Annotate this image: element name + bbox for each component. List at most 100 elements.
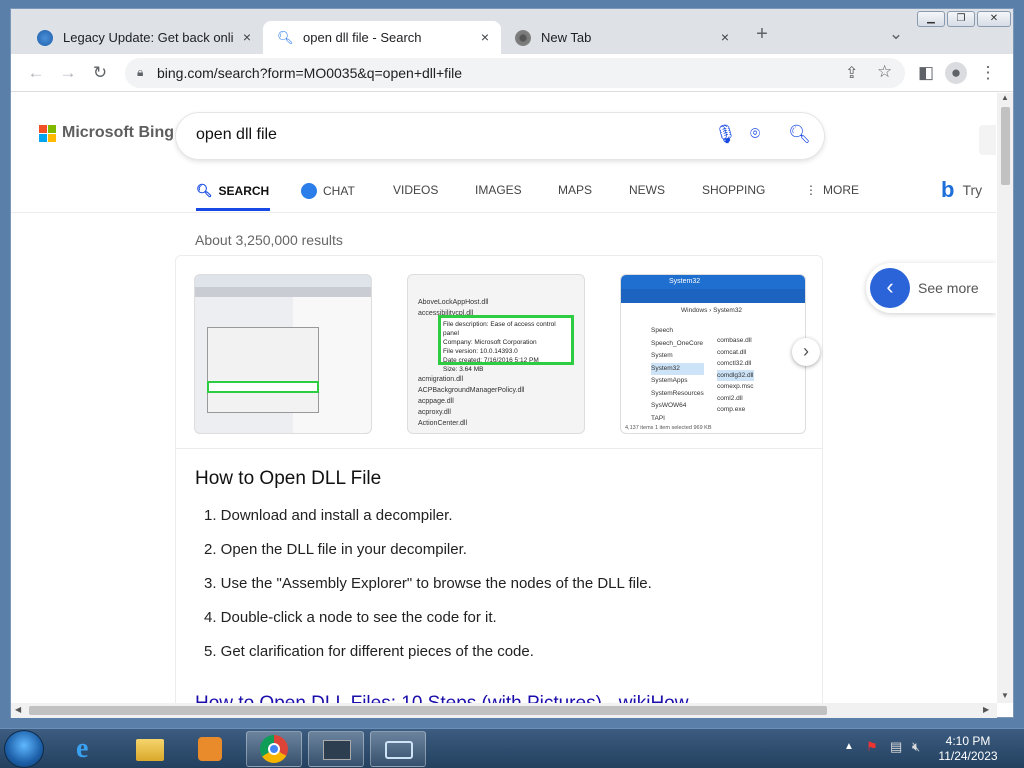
sign-in-button[interactable] <box>979 125 996 155</box>
scrollbar-thumb[interactable] <box>1001 107 1010 185</box>
taskbar: e ▲ ⚑ ▤ 🔇︎ 4:10 PM 11/24/2023 <box>0 728 1024 768</box>
visual-search-icon[interactable]: ⌾ <box>750 124 760 144</box>
action-center-icon[interactable]: ⚑ <box>866 739 878 755</box>
tab-strip: Legacy Update: Get back online, × 🔍︎ ope… <box>11 9 1013 54</box>
results-count: About 3,250,000 results <box>195 232 343 248</box>
tab-legacy-update[interactable]: Legacy Update: Get back online, × <box>23 21 263 54</box>
nav-news[interactable]: NEWS <box>629 183 665 197</box>
thumb-file-list: combase.dll comcat.dll comctl32.dll comd… <box>717 337 754 413</box>
image-thumbnail[interactable]: AboveLockAppHost.dll accessibilitycpl.dl… <box>407 274 585 434</box>
scroll-up-icon[interactable]: ▲ <box>1001 93 1009 102</box>
image-thumbnail[interactable] <box>194 274 372 434</box>
chevron-right-icon[interactable]: › <box>792 338 820 366</box>
menu-kebab-icon[interactable]: ⋮ <box>977 62 999 84</box>
url-text: bing.com/search?form=MO0035&q=open+dll+f… <box>157 65 463 81</box>
close-window-button[interactable]: ✕ <box>977 11 1011 27</box>
list-item: 4. Double-click a node to see the code f… <box>204 609 497 626</box>
close-tab-icon[interactable]: × <box>721 29 729 45</box>
side-panel-icon[interactable]: ◧ <box>915 62 937 84</box>
tab-search[interactable]: 🔍︎ open dll file - Search × <box>263 21 501 54</box>
forward-icon[interactable]: → <box>57 62 79 84</box>
new-tab-button[interactable]: + <box>751 23 773 45</box>
chrome-icon <box>515 29 531 46</box>
thumb-statusbar: 4,137 items 1 item selected 969 KB <box>625 425 712 431</box>
image-thumbnail[interactable]: System32 Windows › System32 Speech Speec… <box>620 274 806 434</box>
network-icon[interactable]: ▤ <box>890 739 902 755</box>
volume-muted-icon[interactable]: 🔇︎ <box>912 739 920 755</box>
chrome-taskbar-icon[interactable] <box>246 731 302 767</box>
steps-list: 1. Download and install a decompiler. 2.… <box>204 505 652 675</box>
scroll-right-icon[interactable]: ▶ <box>983 705 989 714</box>
reload-icon[interactable]: ↻ <box>89 62 111 84</box>
share-icon[interactable]: ⇪ <box>845 63 858 83</box>
answer-card: AboveLockAppHost.dll accessibilitycpl.dl… <box>175 255 823 703</box>
system-clock[interactable]: 4:10 PM 11/24/2023 <box>928 734 1008 764</box>
answer-title: How to Open DLL File <box>195 468 382 489</box>
search-query: open dll file <box>196 126 277 143</box>
maximize-button[interactable]: ❐ <box>947 11 975 27</box>
scroll-down-icon[interactable]: ▼ <box>1001 691 1009 700</box>
vertical-scrollbar[interactable]: ▲ ▼ <box>997 93 1013 703</box>
search-nav: 🔍︎ SEARCH CHAT VIDEOS IMAGES MAPS NEWS SH… <box>11 175 996 213</box>
list-item: 1. Download and install a decompiler. <box>204 507 453 524</box>
tab-search-dropdown-icon[interactable]: ⌄ <box>885 23 907 45</box>
nav-images[interactable]: IMAGES <box>475 183 522 197</box>
media-player-icon[interactable] <box>182 731 238 767</box>
scroll-left-icon[interactable]: ◀ <box>15 705 21 714</box>
horizontal-scrollbar[interactable]: ◀ ▶ <box>11 703 997 718</box>
nav-videos[interactable]: VIDEOS <box>393 183 438 197</box>
thumb-highlight <box>207 381 319 393</box>
result-link[interactable]: How to Open DLL Files: 10 Steps (with Pi… <box>195 693 688 703</box>
search-input[interactable]: open dll file 🎙︎ ⌾ 🔍︎ <box>176 113 824 159</box>
more-dots-icon: ⋮ <box>805 183 817 197</box>
minimize-button[interactable]: ▁ <box>917 11 945 27</box>
bing-b-icon: b <box>941 177 955 202</box>
task-manager-icon[interactable] <box>308 731 364 767</box>
nav-search[interactable]: 🔍︎ SEARCH <box>196 183 269 199</box>
internet-explorer-icon[interactable]: e <box>62 731 118 767</box>
web-page: Microsoft Bing open dll file 🎙︎ ⌾ 🔍︎ 🔍︎ S… <box>11 93 996 703</box>
search-icon: 🔍︎ <box>277 29 294 45</box>
microsoft-logo-icon <box>39 124 56 142</box>
tray-expand-icon[interactable]: ▲ <box>844 741 854 752</box>
browser-toolbar: ← → ↻ 🔒︎ bing.com/search?form=MO0035&q=o… <box>11 54 1013 92</box>
list-item: 3. Use the "Assembly Explorer" to browse… <box>204 575 652 592</box>
file-explorer-icon[interactable] <box>122 731 178 767</box>
list-item: 2. Open the DLL file in your decompiler. <box>204 541 467 558</box>
close-tab-icon[interactable]: × <box>243 29 251 45</box>
bookmark-star-icon[interactable]: ☆ <box>877 62 892 82</box>
search-icon[interactable]: 🔍︎ <box>788 124 811 145</box>
chevron-left-icon: ‹ <box>870 268 910 308</box>
lock-icon: 🔒︎ <box>137 65 144 79</box>
globe-icon <box>37 29 53 46</box>
nav-maps[interactable]: MAPS <box>558 183 592 197</box>
thumb-explorer-title: System32 <box>621 275 805 289</box>
nav-shopping[interactable]: SHOPPING <box>702 183 765 197</box>
microphone-icon[interactable]: 🎙︎ <box>714 124 737 145</box>
divider <box>176 448 822 449</box>
close-tab-icon[interactable]: × <box>481 29 489 45</box>
back-icon[interactable]: ← <box>25 62 47 84</box>
thumb-tooltip: File description: Ease of access control… <box>438 315 574 373</box>
scrollbar-thumb[interactable] <box>29 706 827 715</box>
see-more-button[interactable]: ‹ See more <box>866 263 996 313</box>
profile-avatar-icon[interactable]: ● <box>945 62 967 84</box>
copilot-try[interactable]: b Try <box>941 177 982 203</box>
start-button[interactable] <box>4 730 44 768</box>
thumb-ribbon <box>621 289 805 303</box>
browser-window: Legacy Update: Get back online, × 🔍︎ ope… <box>10 8 1014 718</box>
thumb-titlebar <box>195 275 371 287</box>
nav-chat[interactable]: CHAT <box>301 183 355 199</box>
list-item: 5. Get clarification for different piece… <box>204 643 534 660</box>
chat-icon <box>301 183 317 199</box>
search-icon: 🔍︎ <box>196 183 213 198</box>
thumb-folder-list: Speech Speech_OneCore System System32 Sy… <box>651 327 704 422</box>
thumb-context-menu <box>207 327 319 413</box>
app-window-icon[interactable] <box>370 731 426 767</box>
tab-new-tab[interactable]: New Tab × <box>501 21 741 54</box>
active-tab-indicator <box>196 208 270 211</box>
bing-logo[interactable]: Microsoft Bing <box>39 124 174 142</box>
thumb-path: Windows › System32 <box>681 307 743 314</box>
nav-more[interactable]: ⋮ MORE <box>805 183 859 197</box>
address-bar[interactable]: 🔒︎ bing.com/search?form=MO0035&q=open+dl… <box>125 58 905 88</box>
